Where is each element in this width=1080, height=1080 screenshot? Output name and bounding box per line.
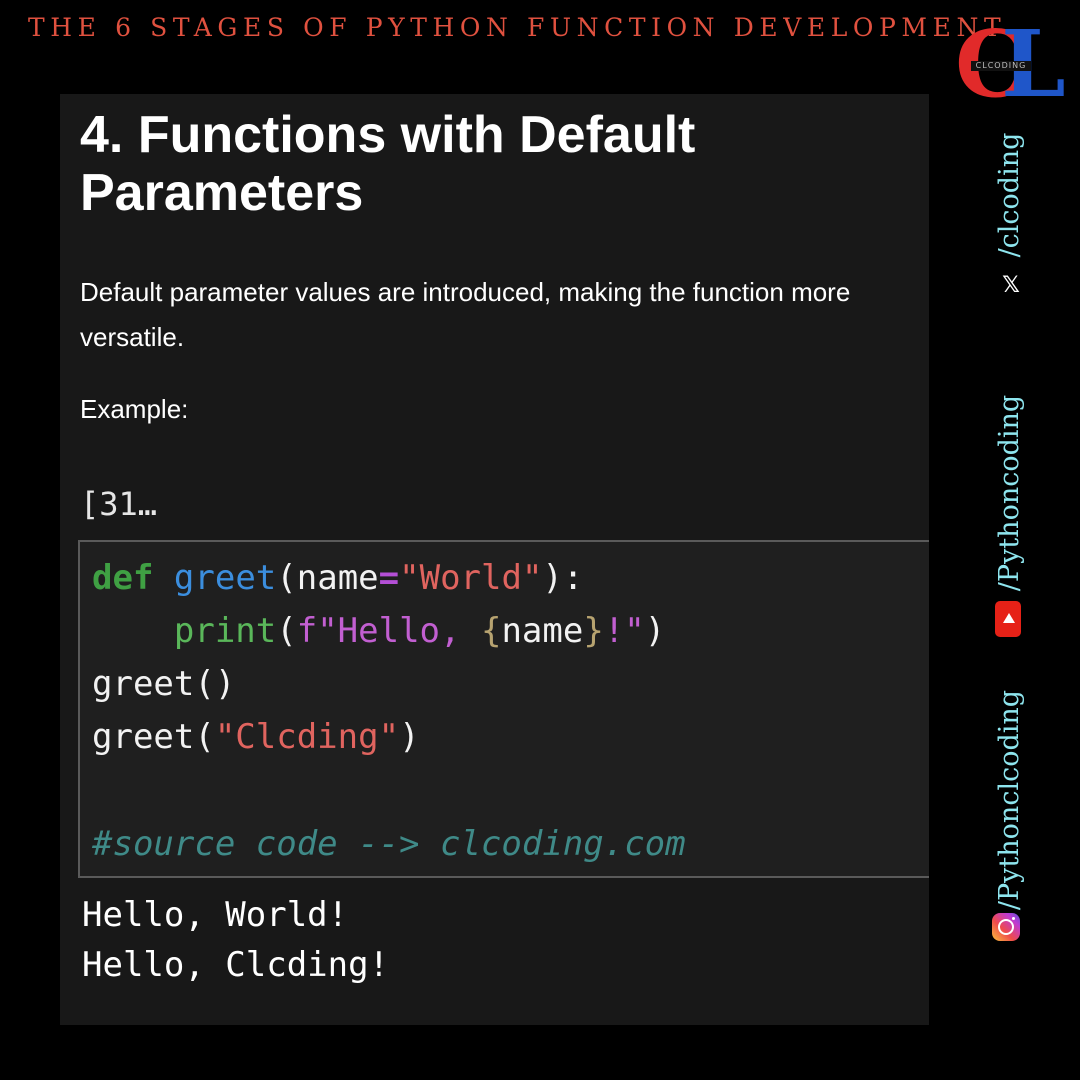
cell-prompt: [31…	[80, 485, 158, 523]
logo-wordmark: CLCODING	[971, 61, 1031, 71]
instagram-dot	[1012, 917, 1015, 920]
youtube-icon[interactable]	[995, 601, 1021, 637]
top-banner-title: THE 6 STAGES OF PYTHON FUNCTION DEVELOPM…	[28, 13, 1007, 42]
section-heading: 4. Functions with Default Parameters	[80, 106, 696, 222]
instagram-icon[interactable]	[992, 913, 1020, 941]
youtube-handle[interactable]: /Pythoncoding	[992, 378, 1028, 608]
code-comment: #source code --> clcoding.com	[92, 824, 686, 864]
example-label: Example:	[80, 394, 189, 424]
code-line-3: greet()	[92, 664, 236, 704]
code-line-1: def greet(name="World"):	[92, 558, 584, 598]
output-line-1: Hello, World!	[82, 895, 349, 935]
x-icon[interactable]: 𝕏	[999, 274, 1023, 298]
twitter-handle[interactable]: /clcoding	[992, 115, 1028, 275]
code-cell[interactable]: def greet(name="World"): print(f"Hello, …	[78, 540, 929, 878]
description-paragraph: Default parameter values are introduced,…	[80, 277, 851, 352]
instagram-ring	[998, 919, 1014, 935]
notebook-panel: 4. Functions with Default Parameters Def…	[60, 94, 929, 1025]
output-line-2: Hello, Clcding!	[82, 945, 390, 985]
clcoding-logo: C L CLCODING	[955, 14, 1077, 114]
code-line-4: greet("Clcding")	[92, 717, 420, 757]
code-line-2: print(f"Hello, {name}!")	[173, 611, 666, 651]
instagram-handle[interactable]: /Pythonclcoding	[992, 672, 1028, 928]
